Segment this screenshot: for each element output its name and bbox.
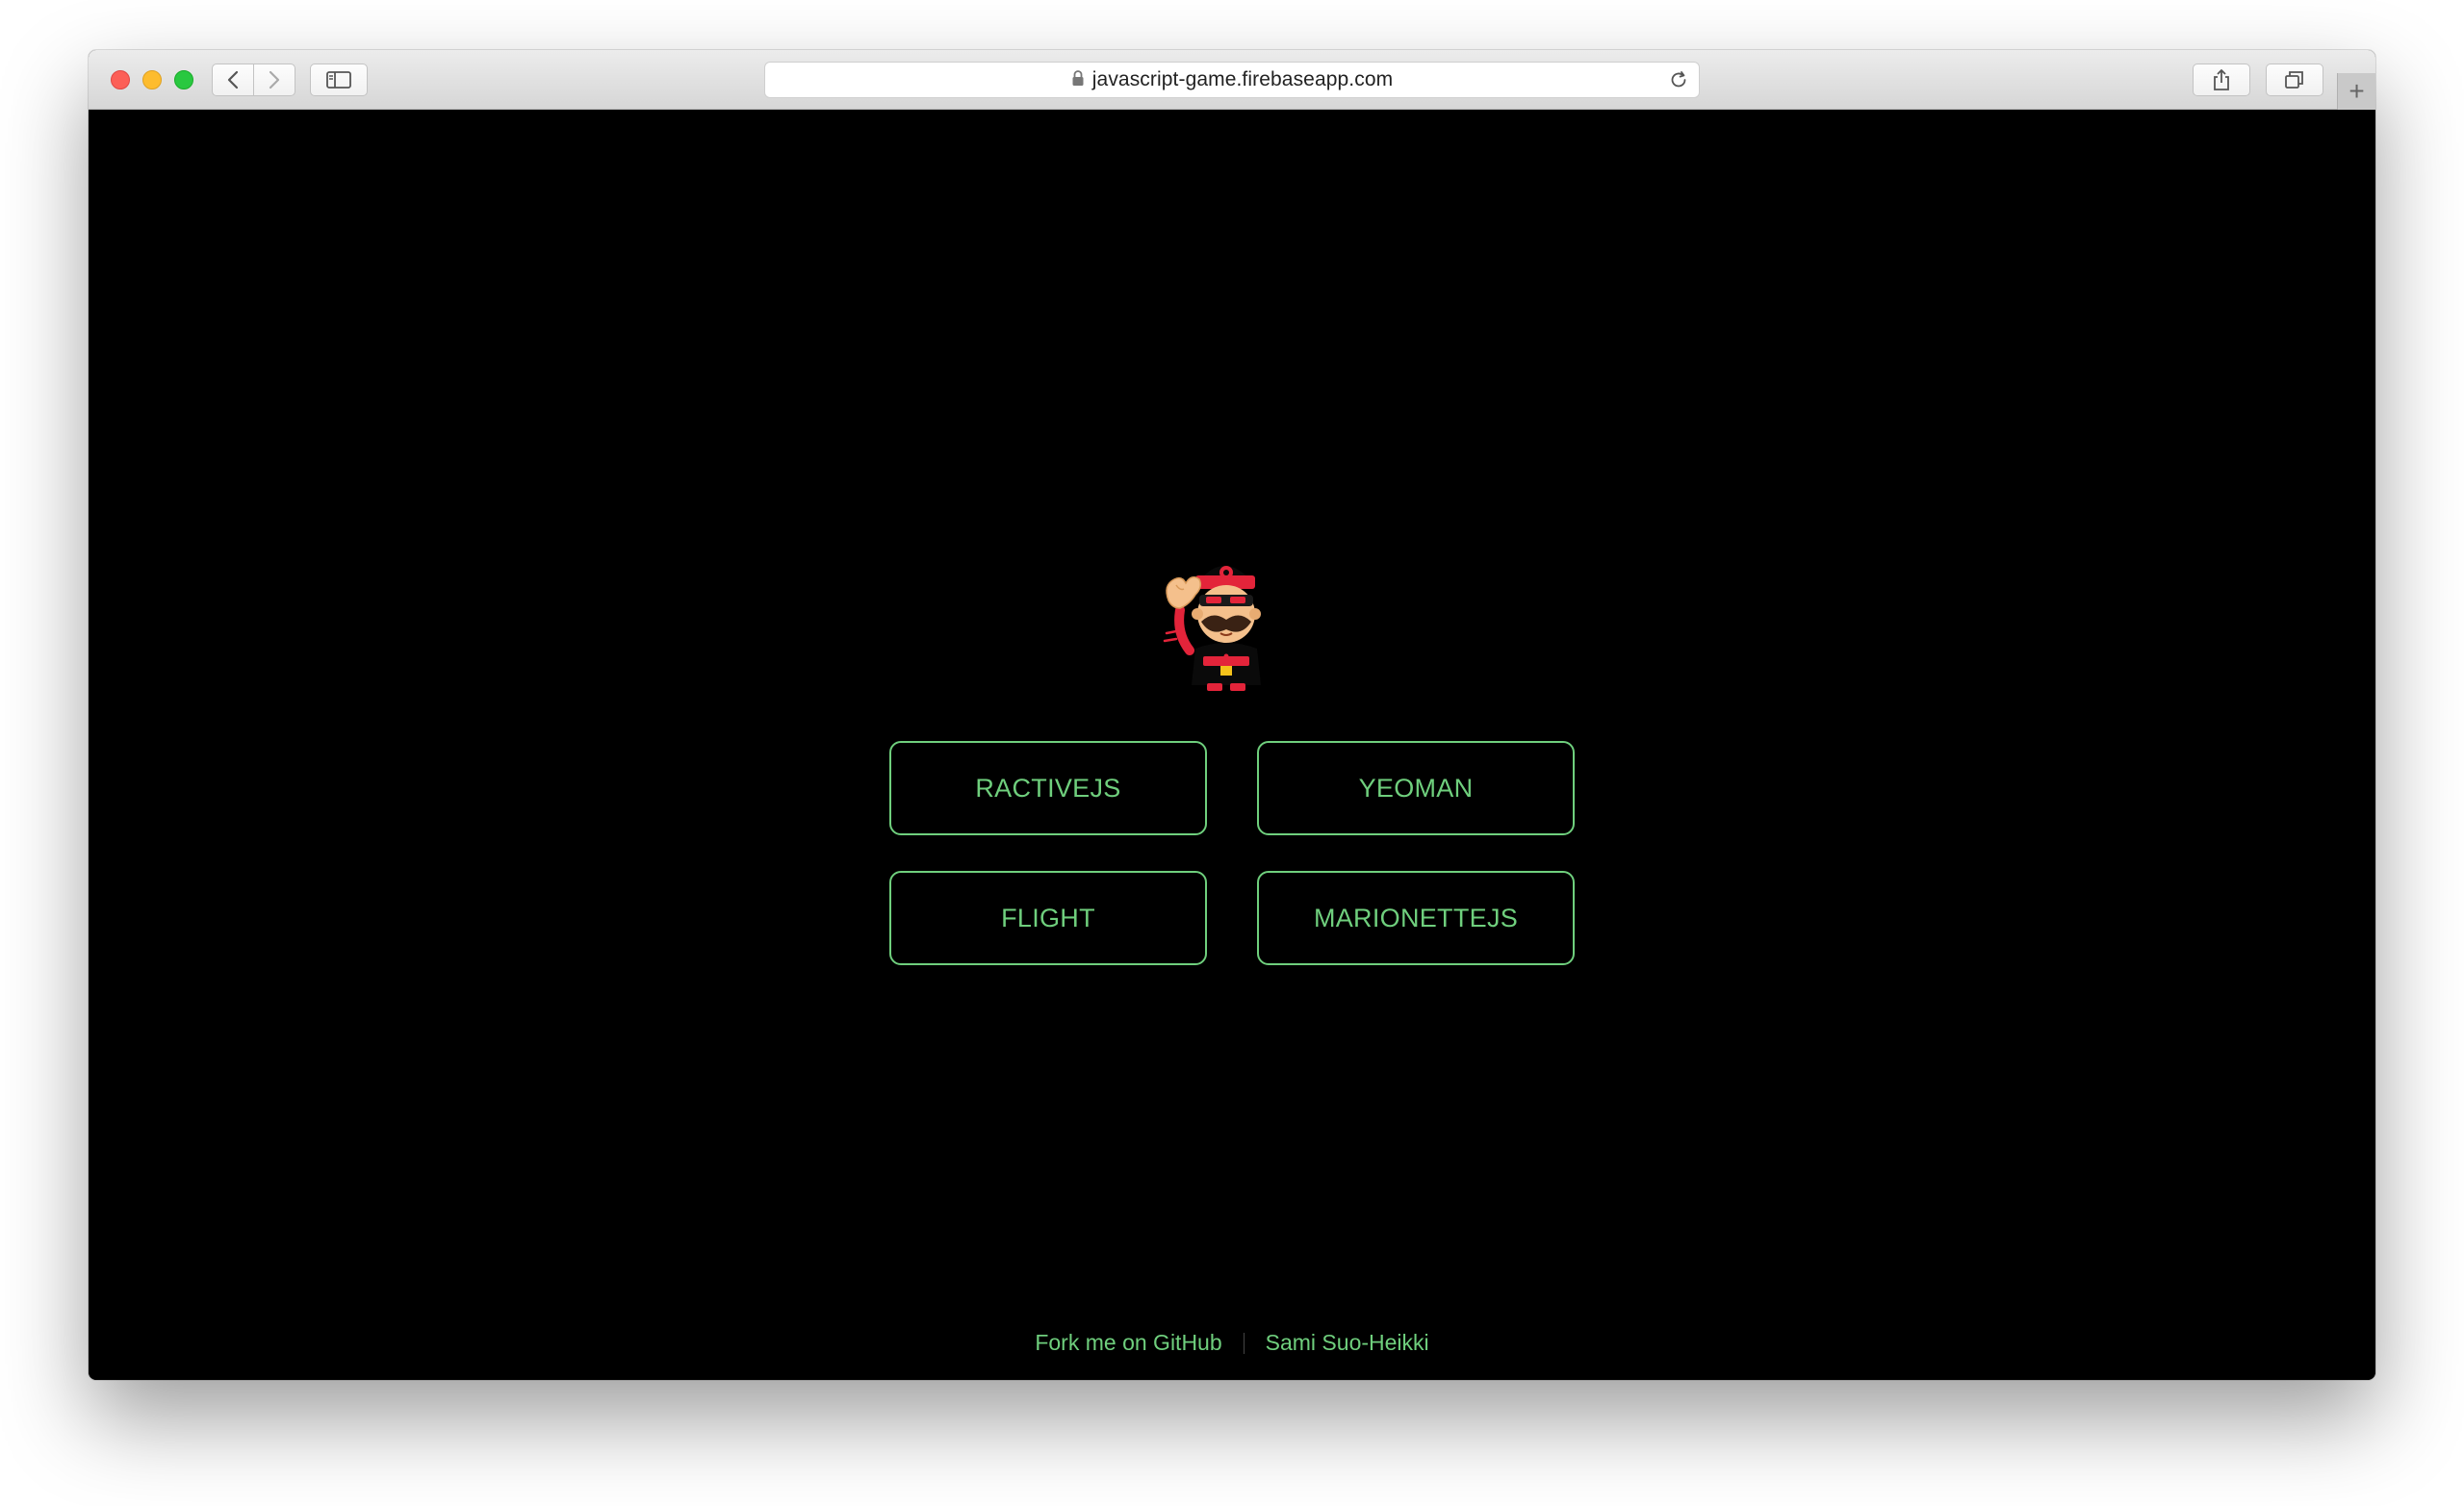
share-button[interactable]: [2193, 64, 2250, 96]
browser-toolbar: javascript-game.firebaseapp.com +: [89, 50, 2375, 110]
forward-button[interactable]: [253, 64, 295, 96]
address-bar[interactable]: javascript-game.firebaseapp.com: [764, 62, 1700, 98]
chevron-left-icon: [227, 70, 239, 89]
footer-divider: [1243, 1332, 1245, 1354]
browser-window: javascript-game.firebaseapp.com + RACTIV…: [89, 50, 2375, 1380]
url-text: javascript-game.firebaseapp.com: [1091, 68, 1394, 90]
close-window-button[interactable]: [111, 70, 130, 89]
show-tabs-button[interactable]: [2266, 64, 2323, 96]
share-icon: [2214, 69, 2229, 90]
flight-button[interactable]: FLIGHT: [889, 871, 1207, 965]
yeoman-button[interactable]: YEOMAN: [1257, 741, 1575, 835]
fork-on-github-link[interactable]: Fork me on GitHub: [1035, 1330, 1221, 1356]
plus-icon: +: [2348, 76, 2365, 106]
yeoman-mascot-icon: [1163, 566, 1261, 691]
page-content: RACTIVEJS YEOMAN FLIGHT MARIONETTEJS For…: [89, 110, 2375, 1380]
tabs-icon: [2285, 71, 2303, 89]
marionettejs-button[interactable]: MARIONETTEJS: [1257, 871, 1575, 965]
author-link[interactable]: Sami Suo-Heikki: [1266, 1330, 1429, 1356]
new-tab-button[interactable]: +: [2337, 73, 2375, 110]
chevron-right-icon: [269, 70, 280, 89]
lock-icon: [1071, 69, 1085, 91]
sidebar-toggle-button[interactable]: [310, 64, 368, 96]
sidebar-icon: [326, 71, 351, 89]
page-footer: Fork me on GitHub Sami Suo-Heikki: [89, 1330, 2375, 1356]
reload-icon[interactable]: [1668, 69, 1689, 95]
back-button[interactable]: [212, 64, 254, 96]
minimize-window-button[interactable]: [142, 70, 162, 89]
maximize-window-button[interactable]: [174, 70, 193, 89]
ractivejs-button[interactable]: RACTIVEJS: [889, 741, 1207, 835]
